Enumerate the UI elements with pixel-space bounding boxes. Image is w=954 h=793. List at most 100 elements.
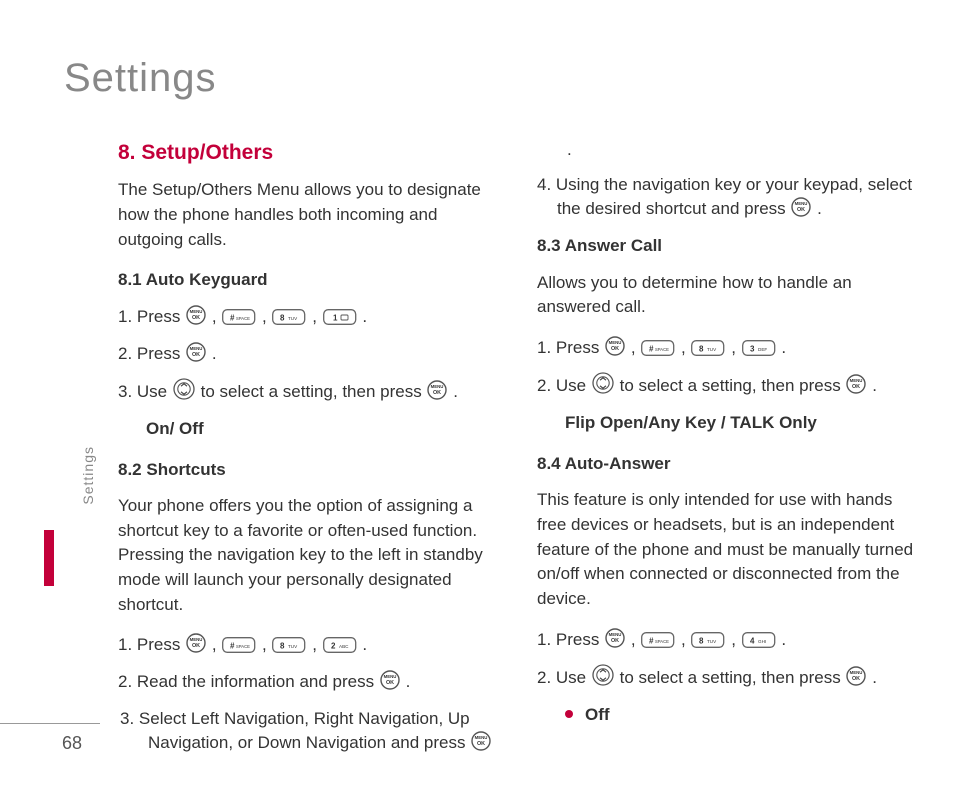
text: . xyxy=(212,344,217,363)
text: 1. Press xyxy=(118,307,185,326)
s83-step1: 1. Press , #SPACE , 8TUV , 3DEF . xyxy=(537,336,918,361)
section-8-3-heading: 8.3 Answer Call xyxy=(537,234,918,259)
menu-ok-key-icon xyxy=(846,666,866,686)
text: 3. Use xyxy=(118,382,172,401)
key-4-icon: 4GHI xyxy=(742,632,776,648)
menu-ok-key-icon xyxy=(846,374,866,394)
svg-text:8: 8 xyxy=(280,642,285,651)
text: 2. Press xyxy=(118,344,185,363)
s82-step2: 2. Read the information and press . xyxy=(118,670,499,695)
text: 4. Using the navigation key or your keyp… xyxy=(537,175,912,219)
text: , xyxy=(262,307,271,326)
svg-text:#: # xyxy=(649,344,654,353)
menu-ok-key-icon xyxy=(380,670,400,690)
text: , xyxy=(681,338,690,357)
s81-step3: 3. Use to select a setting, then press . xyxy=(118,378,499,405)
text: 1. Press xyxy=(118,635,185,654)
key-8-icon: 8TUV xyxy=(691,632,725,648)
key-8-icon: 8TUV xyxy=(691,340,725,356)
side-tab-label: Settings xyxy=(80,446,96,505)
s84-intro: This feature is only intended for use wi… xyxy=(537,488,918,611)
text: 3. Select Left Navigation, Right Navigat… xyxy=(120,709,470,753)
nav-key-icon xyxy=(592,372,614,394)
menu-ok-key-icon xyxy=(186,305,206,325)
text: , xyxy=(312,635,321,654)
menu-ok-key-icon xyxy=(186,633,206,653)
text: , xyxy=(212,635,221,654)
section-8-1-heading: 8.1 Auto Keyguard xyxy=(118,268,499,293)
svg-text:SPACE: SPACE xyxy=(236,644,250,649)
text: . xyxy=(781,630,786,649)
key-8-icon: 8TUV xyxy=(272,309,306,325)
text: . xyxy=(817,199,822,218)
svg-text:SPACE: SPACE xyxy=(236,316,250,321)
svg-text:1: 1 xyxy=(333,314,338,323)
text: . xyxy=(872,668,877,687)
text: , xyxy=(262,635,271,654)
section-8-heading: 8. Setup/Others xyxy=(118,138,499,168)
s81-options: On/ Off xyxy=(146,417,499,442)
s81-step1: 1. Press , #SPACE , 8TUV , 1 . xyxy=(118,305,499,330)
s84-step1: 1. Press , #SPACE , 8TUV , 4GHI . xyxy=(537,628,918,653)
svg-text:TUV: TUV xyxy=(707,639,717,644)
menu-ok-key-icon xyxy=(186,342,206,362)
nav-key-icon xyxy=(173,378,195,400)
text: 1. Press xyxy=(537,630,604,649)
text: to select a setting, then press xyxy=(620,376,846,395)
hash-key-icon: #SPACE xyxy=(222,637,256,653)
svg-text:3: 3 xyxy=(750,344,755,353)
s83-options: Flip Open/Any Key / TALK Only xyxy=(565,411,918,436)
menu-ok-key-icon xyxy=(471,731,491,751)
svg-text:#: # xyxy=(230,314,235,323)
footer-rule xyxy=(0,723,100,724)
text: . xyxy=(453,382,458,401)
menu-ok-key-icon xyxy=(605,336,625,356)
key-2-icon: 2ABC xyxy=(323,637,357,653)
svg-text:SPACE: SPACE xyxy=(655,639,669,644)
text: 2. Use xyxy=(537,668,591,687)
key-1-icon: 1 xyxy=(323,309,357,325)
text: . xyxy=(362,635,367,654)
s81-step2: 2. Press . xyxy=(118,342,499,367)
text: Off xyxy=(585,705,610,724)
svg-text:GHI: GHI xyxy=(758,639,766,644)
s83-intro: Allows you to determine how to handle an… xyxy=(537,271,918,320)
menu-ok-key-icon xyxy=(427,380,447,400)
text: , xyxy=(631,338,640,357)
s82-step1: 1. Press , #SPACE , 8TUV , 2ABC . xyxy=(118,633,499,658)
hash-key-icon: #SPACE xyxy=(641,632,675,648)
key-3-icon: 3DEF xyxy=(742,340,776,356)
key-8-icon: 8TUV xyxy=(272,637,306,653)
svg-text:DEF: DEF xyxy=(758,347,767,352)
section-8-2-heading: 8.2 Shortcuts xyxy=(118,458,499,483)
page-title: Settings xyxy=(64,56,217,101)
svg-text:TUV: TUV xyxy=(288,316,298,321)
s83-step2: 2. Use to select a setting, then press . xyxy=(537,372,918,399)
body-columns: 8. Setup/Others The Setup/Others Menu al… xyxy=(118,138,918,758)
s84-bullet-off: Off xyxy=(565,703,918,728)
svg-text:TUV: TUV xyxy=(707,347,717,352)
text: to select a setting, then press xyxy=(620,668,846,687)
text: . xyxy=(406,672,411,691)
svg-text:4: 4 xyxy=(750,636,755,645)
s84-step2: 2. Use to select a setting, then press . xyxy=(537,664,918,691)
section-8-intro: The Setup/Others Menu allows you to desi… xyxy=(118,178,499,252)
hash-key-icon: #SPACE xyxy=(222,309,256,325)
svg-text:TUV: TUV xyxy=(288,644,298,649)
text: . xyxy=(362,307,367,326)
svg-text:8: 8 xyxy=(699,344,704,353)
svg-text:2: 2 xyxy=(331,642,336,651)
text: 1. Press xyxy=(537,338,604,357)
text: . xyxy=(872,376,877,395)
text: . xyxy=(567,140,572,159)
section-8-4-heading: 8.4 Auto-Answer xyxy=(537,452,918,477)
page-number: 68 xyxy=(62,733,82,754)
svg-text:ABC: ABC xyxy=(339,644,349,649)
svg-text:#: # xyxy=(230,642,235,651)
s82-intro: Your phone offers you the option of assi… xyxy=(118,494,499,617)
text: 2. Use xyxy=(537,376,591,395)
text: . xyxy=(781,338,786,357)
svg-text:8: 8 xyxy=(280,314,285,323)
menu-ok-key-icon xyxy=(791,197,811,217)
text: , xyxy=(731,630,740,649)
